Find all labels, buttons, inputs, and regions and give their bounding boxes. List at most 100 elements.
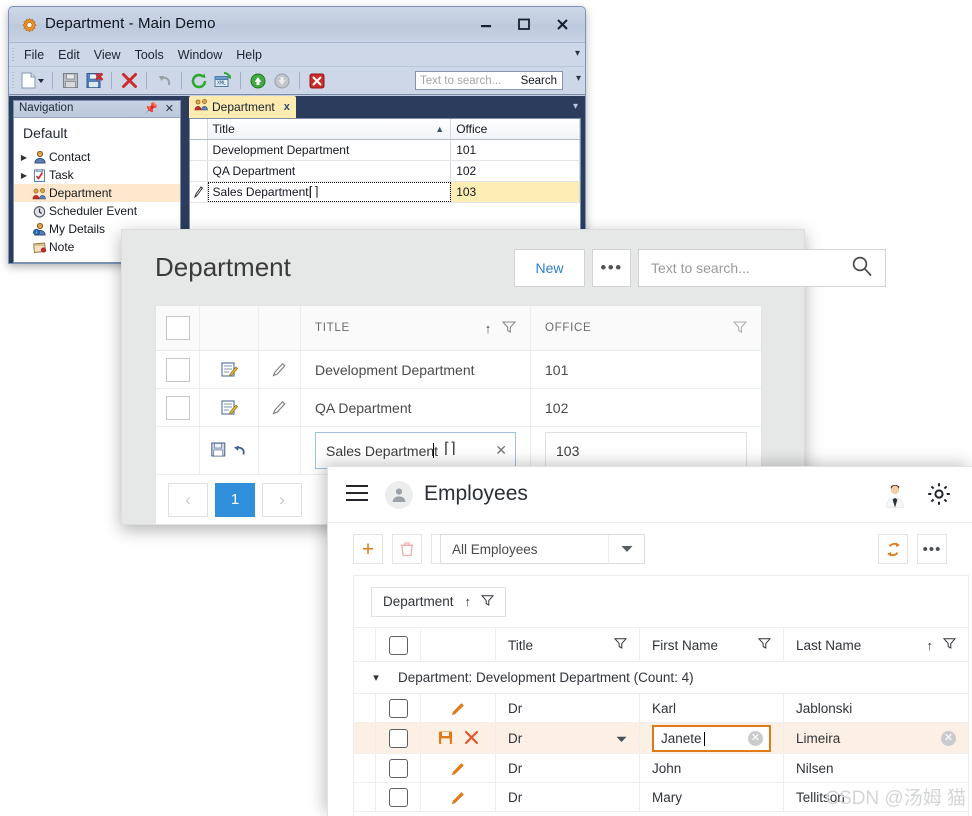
row-checkbox[interactable] — [156, 389, 200, 426]
cell-office[interactable]: 103 — [451, 182, 580, 202]
cell-last-name[interactable]: Jablonski — [784, 694, 968, 723]
cell-first-name-editor-wrap[interactable]: Janete ✕ — [640, 723, 784, 754]
undo-icon[interactable] — [232, 442, 247, 460]
search-button[interactable]: Search — [521, 75, 562, 87]
table-row-editing[interactable]: Dr Janete ✕ Limeira ✕ — [354, 723, 968, 754]
checkbox[interactable] — [388, 635, 408, 655]
close-icon[interactable]: x — [284, 101, 290, 113]
undo-icon[interactable] — [152, 70, 176, 92]
select-all-checkbox[interactable] — [376, 628, 421, 662]
row-checkbox[interactable] — [156, 351, 200, 388]
column-header-title[interactable]: Title — [496, 628, 640, 662]
open-detail-icon[interactable] — [200, 389, 259, 426]
menubar-grip[interactable] — [9, 43, 17, 66]
cell-title-editor[interactable]: Sales Department ⌈⌉ ✕ — [315, 432, 516, 469]
filter-icon[interactable] — [757, 637, 772, 653]
toolbar-grip[interactable] — [9, 67, 17, 94]
cell-title[interactable]: Dr — [496, 754, 640, 783]
employees-filter-select[interactable]: All Employees — [440, 534, 645, 564]
menu-item-file[interactable]: File — [17, 46, 51, 64]
cancel-icon[interactable] — [305, 70, 329, 92]
checkbox[interactable] — [165, 395, 190, 420]
row-checkbox[interactable] — [376, 783, 421, 812]
filter-icon[interactable] — [942, 637, 957, 653]
row-checkbox[interactable] — [376, 723, 421, 754]
tab-overflow-icon[interactable]: ▾ — [573, 101, 578, 112]
sort-asc-icon[interactable]: ↑ — [485, 321, 492, 336]
close-icon[interactable] — [543, 11, 581, 37]
more-options-button[interactable]: ••• — [592, 249, 631, 287]
cell-title[interactable]: Dr — [496, 783, 640, 812]
person-photo-icon[interactable] — [880, 480, 910, 510]
column-header-office[interactable]: Office — [451, 119, 580, 139]
delete-icon[interactable] — [117, 70, 141, 92]
sidebar-item-task[interactable]: ▶ Task — [14, 166, 180, 184]
column-header-title[interactable]: TITLE ↑ — [301, 306, 531, 350]
checkbox[interactable] — [388, 729, 408, 748]
move-down-icon[interactable] — [270, 70, 294, 92]
hamburger-icon[interactable] — [346, 485, 368, 506]
row-edit-icon[interactable] — [421, 754, 496, 783]
save-icon[interactable] — [58, 70, 82, 92]
checkbox[interactable] — [388, 699, 408, 718]
group-row[interactable]: ▾ Department: Development Department (Co… — [354, 662, 968, 694]
search-input[interactable]: Text to search... — [639, 260, 851, 276]
sort-asc-icon[interactable]: ↑ — [927, 638, 934, 653]
toolbar-overflow-icon[interactable]: ▾ — [576, 73, 581, 84]
cell-last-name-editor[interactable]: Limeira ✕ — [784, 723, 968, 754]
open-detail-icon[interactable] — [200, 351, 259, 388]
column-header-title[interactable]: Title ▲ — [208, 119, 452, 139]
checkbox[interactable] — [388, 788, 408, 807]
add-button[interactable]: + — [353, 534, 383, 564]
tab-department[interactable]: Department x — [189, 96, 296, 118]
export-xml-icon[interactable]: XML — [211, 70, 235, 92]
group-chip-department[interactable]: Department ↑ — [371, 586, 507, 617]
cell-title[interactable]: Dr — [496, 694, 640, 723]
table-row[interactable]: Development Department 101 — [190, 140, 580, 161]
checkbox[interactable] — [165, 316, 190, 340]
new-document-icon[interactable] — [17, 70, 47, 92]
pager-prev-button[interactable]: ‹ — [168, 482, 208, 517]
sort-asc-icon[interactable]: ↑ — [465, 594, 472, 609]
inline-edit-icon[interactable] — [259, 389, 301, 426]
delete-button[interactable] — [392, 534, 422, 564]
minimize-icon[interactable] — [467, 11, 505, 37]
cell-first-name[interactable]: Karl — [640, 694, 784, 723]
table-row[interactable]: Dr Karl Jablonski — [354, 694, 968, 723]
search-icon[interactable] — [851, 255, 885, 282]
save-icon[interactable] — [211, 442, 226, 460]
window1-titlebar[interactable]: Department - Main Demo — [9, 7, 585, 43]
filter-icon[interactable] — [613, 637, 628, 653]
refresh-button[interactable] — [878, 534, 908, 564]
table-row[interactable]: QA Department 102 — [190, 161, 580, 182]
cell-title-editor[interactable]: Dr — [496, 723, 640, 754]
chevron-down-icon[interactable]: ▾ — [354, 671, 398, 684]
maximize-icon[interactable] — [505, 11, 543, 37]
row-edit-icon[interactable] — [421, 783, 496, 812]
menu-item-view[interactable]: View — [87, 46, 128, 64]
refresh-icon[interactable] — [187, 70, 211, 92]
save-icon[interactable] — [438, 730, 453, 748]
cell-office[interactable]: 102 — [531, 389, 761, 426]
cell-last-name[interactable]: Nilsen — [784, 754, 968, 783]
menu-item-tools[interactable]: Tools — [128, 46, 171, 64]
cell-office[interactable]: 101 — [531, 351, 761, 388]
search-box[interactable]: Text to search... — [638, 249, 886, 287]
clear-icon[interactable]: ✕ — [495, 442, 507, 459]
cell-title[interactable]: QA Department — [208, 161, 452, 181]
checkbox[interactable] — [165, 357, 190, 382]
clear-icon[interactable]: ✕ — [941, 731, 956, 746]
clear-icon[interactable]: ✕ — [748, 731, 763, 746]
close-icon[interactable]: ✕ — [165, 102, 174, 115]
cell-title-editor[interactable]: Sales Department ⌈⌉ — [207, 182, 452, 202]
menu-item-window[interactable]: Window — [171, 46, 229, 64]
filter-icon[interactable] — [501, 320, 517, 337]
sidebar-item-contact[interactable]: ▶ Contact — [14, 148, 180, 166]
first-name-input[interactable]: Janete ✕ — [652, 725, 771, 752]
expand-icon[interactable]: ▶ — [18, 171, 30, 180]
filter-icon[interactable] — [480, 594, 495, 610]
row-checkbox[interactable] — [376, 694, 421, 723]
cell-first-name[interactable]: John — [640, 754, 784, 783]
table-row[interactable]: Dr John Nilsen — [354, 754, 968, 783]
cell-first-name[interactable]: Mary — [640, 783, 784, 812]
